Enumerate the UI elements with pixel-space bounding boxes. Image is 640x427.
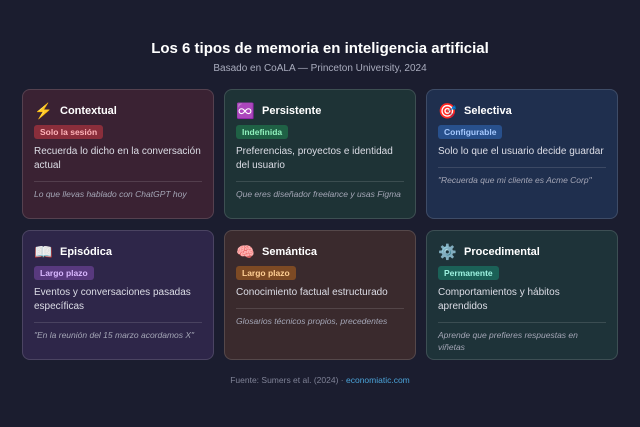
page-title: Los 6 tipos de memoria en inteligencia a…	[151, 40, 489, 57]
duration-badge: Permanente	[438, 266, 499, 280]
lightning-icon: ⚡	[34, 103, 53, 120]
card-title: Contextual	[60, 105, 117, 117]
card-example: Glosarios técnicos propios, precedentes	[236, 316, 388, 326]
card-episodic: 📖 Episódica Largo plazo Eventos y conver…	[22, 230, 214, 360]
duration-badge: Configurable	[438, 125, 503, 139]
card-title: Semántica	[262, 246, 318, 258]
card-example: "Recuerda que mi cliente es Acme Corp"	[438, 175, 592, 185]
open-book-icon: 📖	[34, 244, 53, 261]
card-example: Que eres diseñador freelance y usas Figm…	[236, 189, 401, 199]
target-icon: 🎯	[438, 103, 457, 120]
card-title: Persistente	[262, 105, 322, 117]
card-title: Procedimental	[464, 246, 540, 258]
footer-source: Fuente: Sumers et al. (2024) ·	[230, 375, 344, 385]
divider	[438, 167, 606, 168]
card-persistent: ♾️ Persistente Indefinida Preferencias, …	[224, 89, 416, 219]
card-example: Aprende que prefieres respuestas en viñe…	[438, 330, 578, 352]
divider	[236, 308, 404, 309]
duration-badge: Largo plazo	[236, 266, 296, 280]
card-description: Eventos y conversaciones pasadas específ…	[34, 287, 191, 312]
brain-icon: 🧠	[236, 244, 255, 261]
footer: Fuente: Sumers et al. (2024) · economiat…	[0, 375, 640, 385]
card-description: Comportamientos y hábitos aprendidos	[438, 287, 560, 312]
card-title: Selectiva	[464, 105, 512, 117]
divider	[236, 181, 404, 182]
divider	[34, 181, 202, 182]
divider	[34, 322, 202, 323]
card-description: Solo lo que el usuario decide guardar	[438, 146, 604, 157]
card-example: "En la reunión del 15 marzo acordamos X"	[34, 330, 195, 340]
card-selective: 🎯 Selectiva Configurable Solo lo que el …	[426, 89, 618, 219]
divider	[438, 322, 606, 323]
card-example: Lo que llevas hablado con ChatGPT hoy	[34, 189, 187, 199]
gear-icon: ⚙️	[438, 244, 457, 261]
card-procedural: ⚙️ Procedimental Permanente Comportamien…	[426, 230, 618, 360]
duration-badge: Largo plazo	[34, 266, 94, 280]
memory-types-grid: ⚡ Contextual Solo la sesión Recuerda lo …	[22, 89, 618, 360]
duration-badge: Solo la sesión	[34, 125, 104, 139]
page-subtitle: Basado en CoALA — Princeton University, …	[213, 63, 427, 74]
card-title: Episódica	[60, 246, 112, 258]
duration-badge: Indefinida	[236, 125, 289, 139]
card-semantic: 🧠 Semántica Largo plazo Conocimiento fac…	[224, 230, 416, 360]
card-description: Preferencias, proyectos e identidad del …	[236, 146, 393, 171]
card-contextual: ⚡ Contextual Solo la sesión Recuerda lo …	[22, 89, 214, 219]
card-description: Conocimiento factual estructurado	[236, 287, 388, 298]
footer-link[interactable]: economiatic.com	[346, 375, 410, 385]
card-description: Recuerda lo dicho en la conversación act…	[34, 146, 201, 171]
infinity-icon: ♾️	[236, 103, 255, 120]
